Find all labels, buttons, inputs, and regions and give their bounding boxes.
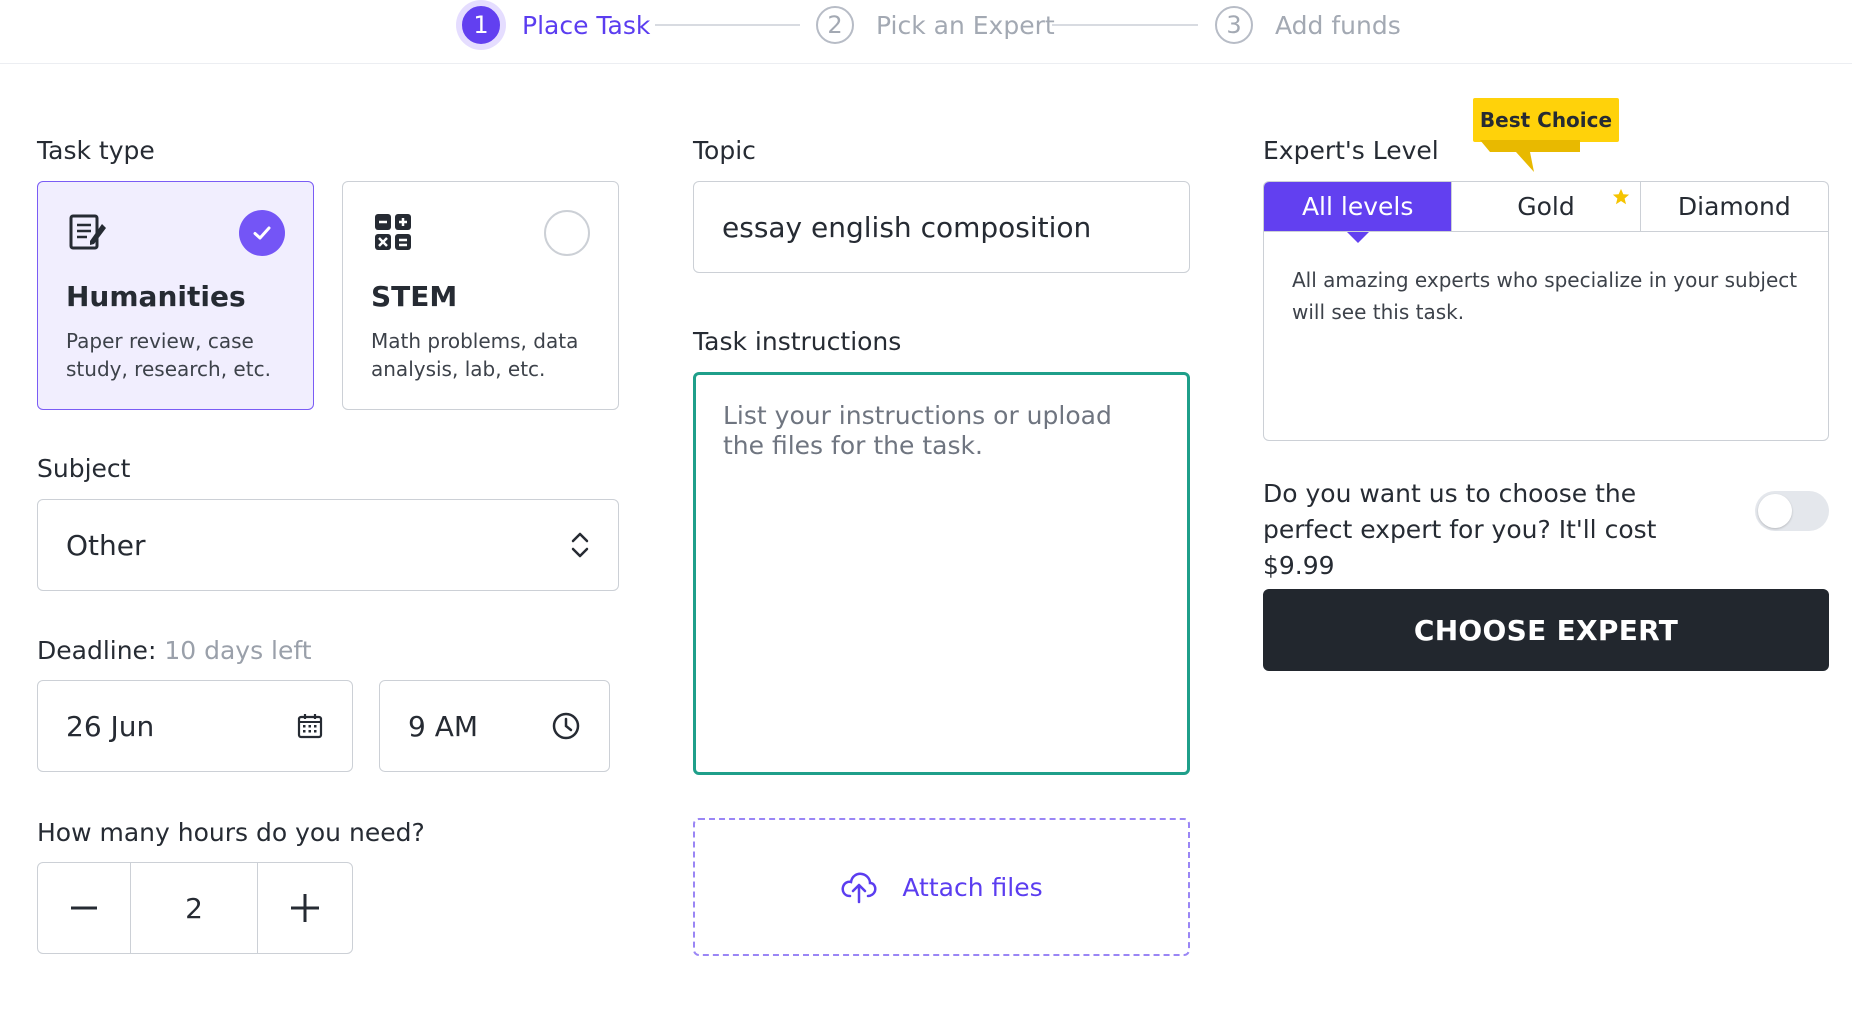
tab-all-levels[interactable]: All levels [1264,182,1452,231]
step-connector [1052,24,1198,26]
instructions-textarea[interactable] [693,372,1190,775]
choose-expert-button[interactable]: CHOOSE EXPERT [1263,589,1829,671]
attach-files-label: Attach files [902,872,1043,902]
decrement-button[interactable] [38,863,130,953]
step-number: 3 [1215,6,1253,44]
calculator-icon [375,214,411,250]
topic-label: Topic [693,136,756,165]
instructions-label: Task instructions [693,327,902,356]
best-choice-badge: Best Choice [1473,98,1619,142]
attach-files-button[interactable]: Attach files [693,818,1190,956]
expert-level-description: All amazing experts who specialize in yo… [1292,268,1798,324]
card-description: Paper review, case study, research, etc. [66,329,271,381]
expert-level-panel: All amazing experts who specialize in yo… [1263,231,1829,441]
deadline-title: Deadline: [37,636,157,665]
plus-icon [291,894,319,922]
step-add-funds[interactable]: 3 Add funds [1215,4,1401,46]
chevron-up-down-icon [571,532,589,558]
task-type-card-stem[interactable]: STEM Math problems, data analysis, lab, … [342,181,619,410]
step-label: Pick an Expert [876,10,1055,40]
card-description: Math problems, data analysis, lab, etc. [371,329,579,381]
step-label: Add funds [1275,10,1401,40]
hours-label: How many hours do you need? [37,818,425,847]
step-place-task[interactable]: 1 Place Task [462,4,650,46]
step-connector [655,24,800,26]
deadline-time-input[interactable]: 9 AM [379,680,610,772]
task-type-card-humanities[interactable]: Humanities Paper review, case study, res… [37,181,314,410]
auto-choose-toggle[interactable] [1755,491,1829,531]
subject-label: Subject [37,454,131,483]
topic-input[interactable]: essay english composition [693,181,1190,273]
toggle-knob [1758,494,1792,528]
increment-button[interactable] [258,863,352,953]
step-number: 1 [462,6,500,44]
progress-stepper: 1 Place Task 2 Pick an Expert 3 Add fund… [0,0,1852,64]
card-title: STEM [371,280,458,313]
minus-icon [71,906,97,910]
calendar-icon [297,714,323,739]
radio-icon [544,210,590,256]
hours-value[interactable]: 2 [131,863,257,953]
days-left-text: 10 days left [164,636,312,665]
cloud-upload-icon [841,872,877,904]
expert-level-tabs: All levels Gold Diamond [1263,181,1829,231]
card-title: Humanities [66,280,246,313]
star-icon [1612,188,1629,205]
deadline-label: Deadline: 10 days left [37,636,312,665]
tab-gold[interactable]: Gold [1451,182,1639,231]
topic-value: essay english composition [722,210,1092,244]
deadline-date-input[interactable]: 26 Jun [37,680,353,772]
subject-value: Other [66,528,146,562]
tab-diamond[interactable]: Diamond [1639,182,1828,231]
subject-select[interactable]: Other [37,499,619,591]
selected-check-icon [239,210,285,256]
badge-ribbon-tail [1480,140,1580,172]
step-pick-expert[interactable]: 2 Pick an Expert [816,4,1055,46]
tab-label: Gold [1517,192,1575,221]
expert-level-label: Expert's Level [1263,136,1439,165]
document-pen-icon [69,214,106,250]
clock-icon [552,712,580,740]
hours-stepper: 2 [37,862,353,954]
deadline-date-value: 26 Jun [66,709,155,743]
step-label: Place Task [522,10,651,40]
deadline-time-value: 9 AM [408,709,479,743]
task-type-label: Task type [37,136,155,165]
step-number: 2 [816,6,854,44]
auto-choose-text: Do you want us to choose the perfect exp… [1263,479,1657,580]
